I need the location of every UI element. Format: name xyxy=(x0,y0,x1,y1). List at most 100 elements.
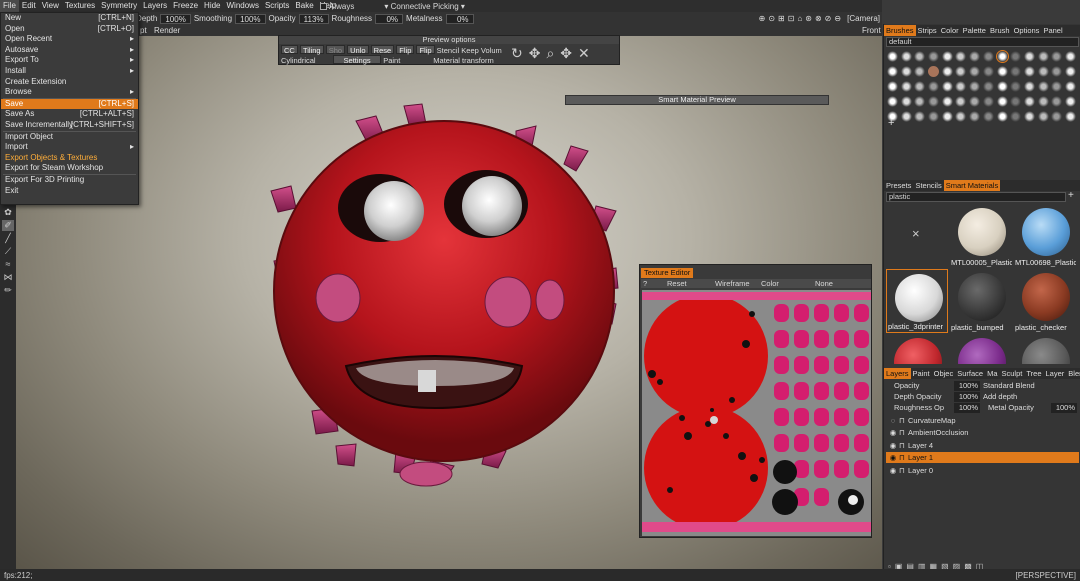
depth-mode-dropdown[interactable]: Add depth xyxy=(983,392,1017,402)
reset-button[interactable]: Rese xyxy=(370,45,395,55)
flip-x-button[interactable]: Flip xyxy=(396,45,415,55)
render-tab[interactable]: Render xyxy=(154,26,180,35)
transform-gizmo-icons[interactable]: ↻✥⌕✥✕ xyxy=(511,45,596,62)
brush-tip-thumbnail[interactable] xyxy=(955,51,967,62)
brush-tip-thumbnail[interactable] xyxy=(928,111,940,122)
file-export-to[interactable]: Export To ▸ xyxy=(1,55,138,66)
brush-tip-thumbnail[interactable] xyxy=(969,81,981,92)
file-save-incrementally[interactable]: Save Incrementally [CTRL+SHIFT+S] xyxy=(1,120,138,131)
brush-tip-thumbnail[interactable] xyxy=(1064,66,1076,77)
tab-paint[interactable]: Paint xyxy=(911,368,932,379)
unlock-button[interactable]: Unlo xyxy=(347,45,369,55)
brush-tip-thumbnail[interactable] xyxy=(1010,111,1022,122)
material-plastic-3dprinter[interactable]: plastic_3dprinter xyxy=(886,269,948,333)
tab-tree[interactable]: Tree xyxy=(1024,368,1043,379)
brush-tip-thumbnail[interactable] xyxy=(941,51,953,62)
file-import[interactable]: Import ▸ xyxy=(1,142,138,153)
file-export-objects-textures[interactable]: Export Objects & Textures xyxy=(1,153,138,164)
brush-tip-thumbnail[interactable] xyxy=(1037,96,1049,107)
file-create-extension[interactable]: Create Extension xyxy=(1,77,138,88)
add-brush-button[interactable]: + xyxy=(888,117,894,129)
brush-tip-thumbnail[interactable] xyxy=(941,96,953,107)
none-dropdown[interactable]: None xyxy=(815,279,833,288)
brush-tip-thumbnail[interactable] xyxy=(900,81,912,92)
tab-presets[interactable]: Presets xyxy=(884,180,913,191)
add-material-button[interactable]: + xyxy=(1068,190,1074,201)
brush-tip-thumbnail[interactable] xyxy=(1064,51,1076,62)
material-mtl00698[interactable]: MTL00698_Plastic xyxy=(1014,204,1076,268)
brush-tip-thumbnail[interactable] xyxy=(928,66,940,77)
reset-button[interactable]: Reset xyxy=(667,279,687,288)
file-export-3d-printing[interactable]: Export For 3D Printing xyxy=(1,175,138,186)
help-button[interactable]: ? xyxy=(643,279,647,288)
depth-opacity-field[interactable]: 100% xyxy=(954,392,980,402)
menu-layers[interactable]: Layers xyxy=(140,0,170,12)
menu-hide[interactable]: Hide xyxy=(201,0,223,12)
smudge-tool-icon[interactable]: ≈ xyxy=(2,259,14,270)
layer-ambientocclusion[interactable]: ◉ ⊓ AmbientOcclusion xyxy=(886,427,1079,438)
brush-tip-thumbnail[interactable] xyxy=(887,66,898,77)
brush-tip-thumbnail[interactable] xyxy=(914,51,926,62)
depth-field[interactable]: 100% xyxy=(160,13,191,24)
tab-palette[interactable]: Palette xyxy=(961,25,988,36)
tab-layer[interactable]: Layer xyxy=(1044,368,1067,379)
lock-icon[interactable]: ⊓ xyxy=(899,452,905,463)
visibility-icon[interactable]: ◉ xyxy=(889,440,897,451)
brush-preset-dropdown[interactable]: default xyxy=(886,37,1079,47)
file-save-as[interactable]: Save As [CTRL+ALT+S] xyxy=(1,109,138,120)
tab-stencils[interactable]: Stencils xyxy=(913,180,943,191)
tab-ma[interactable]: Ma xyxy=(985,368,999,379)
paint-dropdown[interactable]: Paint xyxy=(383,56,431,65)
flip-y-button[interactable]: Flip xyxy=(416,45,435,55)
tab-color[interactable]: Color xyxy=(939,25,961,36)
layer-curvaturemap[interactable]: ◌ ⊓ CurvatureMap xyxy=(886,415,1079,426)
brush-tip-thumbnail[interactable] xyxy=(955,111,967,122)
file-browse[interactable]: Browse ▸ xyxy=(1,87,138,98)
volume-label[interactable]: Volum xyxy=(481,46,502,55)
brush-tip-thumbnail[interactable] xyxy=(928,96,940,107)
material-mtl00005[interactable]: MTL00005_Plastic xyxy=(950,204,1012,268)
brush-tip-thumbnail[interactable] xyxy=(1023,96,1035,107)
layer-4[interactable]: ◉ ⊓ Layer 4 xyxy=(886,440,1079,451)
brush-tip-thumbnail[interactable] xyxy=(900,111,912,122)
file-open[interactable]: Open [CTRL+O] xyxy=(1,24,138,35)
brush-tip-thumbnail[interactable] xyxy=(1010,96,1022,107)
texture-editor-tab[interactable]: Texture Editor xyxy=(641,268,694,278)
roughness-field[interactable]: 0% xyxy=(375,13,404,24)
brush-tip-thumbnail[interactable] xyxy=(1051,81,1063,92)
brush-tip-thumbnail[interactable] xyxy=(1037,51,1049,62)
file-exit[interactable]: Exit xyxy=(1,186,138,197)
brush-tip-thumbnail[interactable] xyxy=(1010,66,1022,77)
brush-tip-thumbnail[interactable] xyxy=(982,66,994,77)
brush-tip-thumbnail[interactable] xyxy=(996,111,1008,122)
brush-tip-thumbnail[interactable] xyxy=(995,50,1009,63)
brush-tip-thumbnail[interactable] xyxy=(969,111,981,122)
brush-tip-thumbnail[interactable] xyxy=(1023,111,1035,122)
line-tool-icon[interactable]: ⟋ xyxy=(2,246,14,257)
menu-symmetry[interactable]: Symmetry xyxy=(98,0,140,12)
brush-tip-thumbnail[interactable] xyxy=(914,66,926,77)
stencil-label[interactable]: Stencil xyxy=(437,46,460,55)
brush-tip-thumbnail[interactable] xyxy=(1010,81,1022,92)
brush-tip-thumbnail[interactable] xyxy=(914,96,926,107)
brush-tip-thumbnail[interactable] xyxy=(1023,51,1035,62)
tab-brushes[interactable]: Brushes xyxy=(884,25,916,36)
file-import-object[interactable]: Import Object xyxy=(1,132,138,143)
menu-scripts[interactable]: Scripts xyxy=(262,0,292,12)
visibility-icon[interactable]: ◉ xyxy=(889,465,897,476)
brush-tip-thumbnail[interactable] xyxy=(1037,81,1049,92)
color-dropdown[interactable]: Color xyxy=(761,279,779,288)
layer-1[interactable]: ◉ ⊓ Layer 1 xyxy=(886,452,1079,463)
brush-tip-thumbnail[interactable] xyxy=(941,81,953,92)
lock-icon[interactable]: ⊓ xyxy=(899,440,905,451)
menu-textures[interactable]: Textures xyxy=(62,0,98,12)
material-purple[interactable] xyxy=(950,334,1012,364)
brush-tip-thumbnail[interactable] xyxy=(996,81,1008,92)
wireframe-toggle[interactable]: Wireframe xyxy=(715,279,750,288)
brush-tip-thumbnail[interactable] xyxy=(982,111,994,122)
brush-tip-thumbnail[interactable] xyxy=(1037,111,1049,122)
menu-view[interactable]: View xyxy=(39,0,62,12)
material-plastic-checker[interactable]: plastic_checker xyxy=(1014,269,1076,333)
brush-tip-thumbnail[interactable] xyxy=(969,66,981,77)
brush-tip-thumbnail[interactable] xyxy=(1023,81,1035,92)
